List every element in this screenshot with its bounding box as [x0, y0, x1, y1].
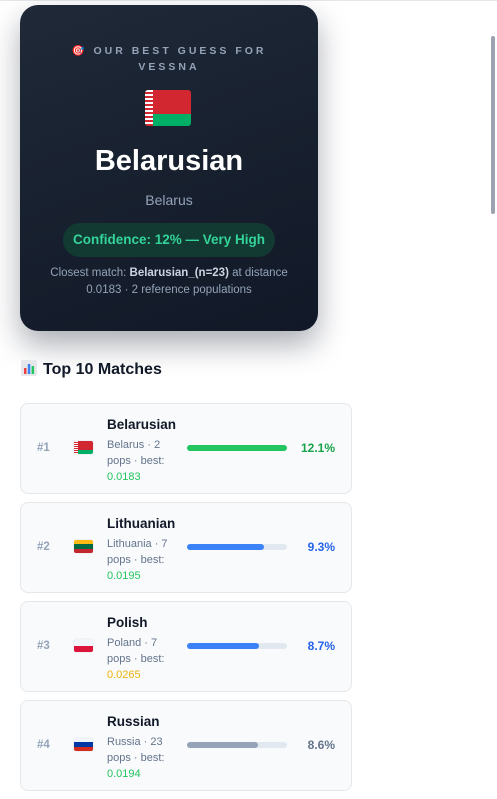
- match-meta-text: Belarus · 2 pops · best:: [107, 439, 165, 467]
- match-meta: Belarus · 2 pops · best: 0.0183: [107, 437, 179, 485]
- top-matches-heading: Top 10 Matches: [21, 360, 162, 381]
- match-rank: #3: [37, 640, 50, 652]
- closest-match-text: Closest match: Belarusian_(n=23) at dist…: [44, 265, 294, 299]
- best-guess-eyebrow: 🎯 OUR BEST GUESS FOR VESSNA: [71, 45, 267, 73]
- match-meta-text: Russia · 23 pops · best:: [107, 736, 165, 764]
- match-card[interactable]: #1 Belarusian Belarus · 2 pops · best: 0.…: [20, 403, 352, 494]
- match-bar-fill: [187, 643, 259, 649]
- match-bar-track: [187, 643, 287, 649]
- match-best-distance: 0.0183: [107, 471, 141, 483]
- bar-chart-icon: [21, 360, 37, 381]
- match-meta: Poland · 7 pops · best: 0.0265: [107, 635, 179, 683]
- best-guess-country: Belarus: [145, 192, 193, 208]
- match-name: Belarusian: [107, 417, 177, 432]
- match-card[interactable]: #4 Russian Russia · 23 pops · best: 0.019…: [20, 700, 352, 791]
- match-card[interactable]: #3 Polish Poland · 7 pops · best: 0.0265 …: [20, 601, 352, 692]
- match-rank: #1: [37, 442, 50, 454]
- match-best-distance: 0.0195: [107, 570, 141, 582]
- match-percent: 12.1%: [300, 441, 335, 455]
- match-best-distance: 0.0265: [107, 669, 141, 681]
- match-percent: 8.7%: [307, 639, 335, 653]
- match-bar-fill: [187, 742, 258, 748]
- match-best-distance: 0.0194: [107, 768, 141, 780]
- poland-flag-icon: [74, 639, 93, 652]
- match-bar-fill: [187, 544, 264, 550]
- match-meta-text: Poland · 7 pops · best:: [107, 637, 165, 665]
- match-bar-fill: [187, 445, 287, 451]
- match-rank: #4: [37, 739, 50, 751]
- match-bar-track: [187, 445, 287, 451]
- match-meta-text: Lithuania · 7 pops · best:: [107, 538, 168, 566]
- scrollbar[interactable]: [491, 36, 495, 214]
- match-card[interactable]: #2 Lithuanian Lithuania · 7 pops · best:…: [20, 502, 352, 593]
- top-divider: [0, 0, 497, 1]
- confidence-badge: Confidence: 12% — Very High: [63, 223, 275, 257]
- match-percent: 9.3%: [307, 540, 335, 554]
- best-guess-card: 🎯 OUR BEST GUESS FOR VESSNA Belarusian B…: [20, 5, 318, 331]
- closest-name: Belarusian_(n=23): [129, 267, 229, 279]
- lithuania-flag-icon: [74, 540, 93, 553]
- top-matches-title: Top 10 Matches: [43, 361, 162, 378]
- match-bar-track: [187, 544, 287, 550]
- match-percent: 8.6%: [307, 738, 335, 752]
- match-name: Russian: [107, 714, 160, 729]
- match-name: Polish: [107, 615, 148, 630]
- match-meta: Russia · 23 pops · best: 0.0194: [107, 734, 179, 782]
- russia-flag-icon: [74, 738, 93, 751]
- closest-prefix: Closest match:: [50, 267, 130, 279]
- match-meta: Lithuania · 7 pops · best: 0.0195: [107, 536, 179, 584]
- match-rank: #2: [37, 541, 50, 553]
- best-guess-title: Belarusian: [94, 145, 244, 177]
- belarus-flag-icon: [74, 441, 93, 454]
- belarus-flag-icon: [145, 90, 191, 126]
- match-bar-track: [187, 742, 287, 748]
- match-name: Lithuanian: [107, 516, 176, 531]
